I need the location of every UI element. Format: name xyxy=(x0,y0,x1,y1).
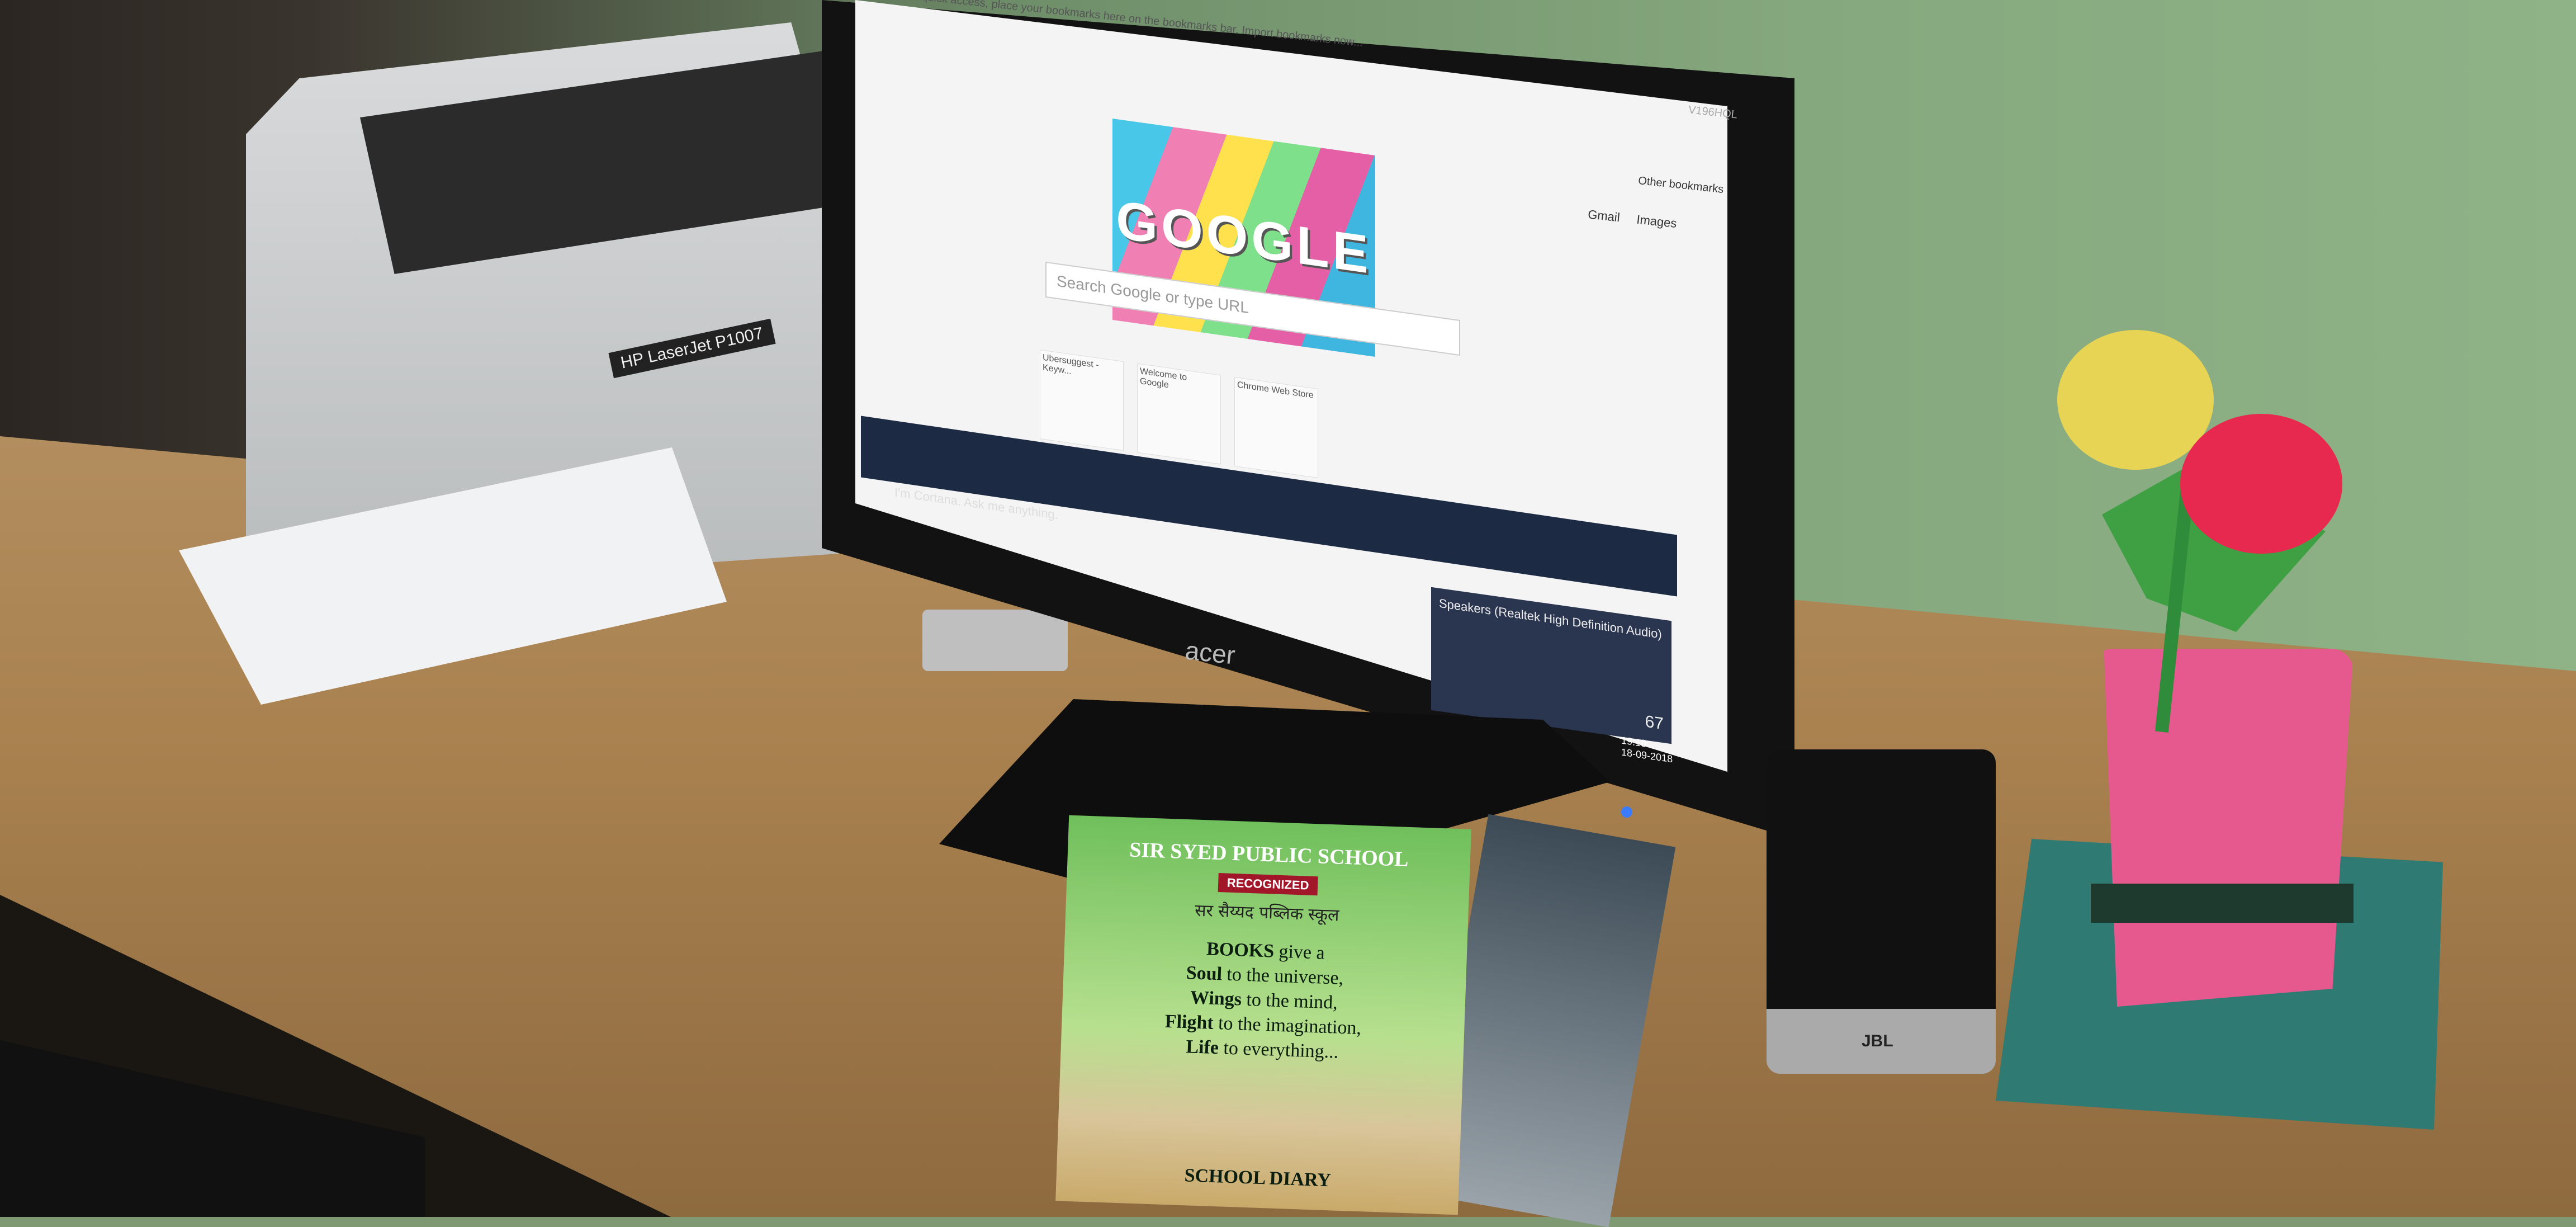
tile-welcome-google[interactable]: Welcome to Google xyxy=(1137,363,1221,465)
tile-chrome-web-store[interactable]: Chrome Web Store xyxy=(1234,376,1318,478)
monitor-brand: acer xyxy=(1183,635,1237,670)
vase xyxy=(2104,649,2354,1007)
vase-band xyxy=(2091,884,2354,923)
power-led-icon xyxy=(1621,806,1632,818)
gmail-link[interactable]: Gmail xyxy=(1587,207,1621,224)
small-speaker xyxy=(922,610,1068,671)
red-rose xyxy=(2180,414,2342,554)
recognized-badge: RECOGNIZED xyxy=(1218,873,1319,896)
jbl-speaker xyxy=(1767,749,1996,1074)
tile-ubersuggest[interactable]: Ubersuggest - Keyw... xyxy=(1040,350,1124,451)
school-name-hindi: सर सैय्यद पब्लिक स्कूल xyxy=(1194,900,1340,926)
school-diary: SIR SYED PUBLIC SCHOOL RECOGNIZED सर सैय… xyxy=(1055,815,1471,1215)
doodle-text: GOOGLE xyxy=(1116,189,1372,286)
book-title: SCHOOL DIARY xyxy=(1184,1165,1332,1191)
book-motto: BOOKS give a Soul to the universe, Wings… xyxy=(1060,932,1467,1069)
volume-level: 67 xyxy=(1645,712,1664,734)
school-name-english: SIR SYED PUBLIC SCHOOL xyxy=(1129,838,1409,871)
speaker-logo: JBL xyxy=(1862,1032,1893,1050)
